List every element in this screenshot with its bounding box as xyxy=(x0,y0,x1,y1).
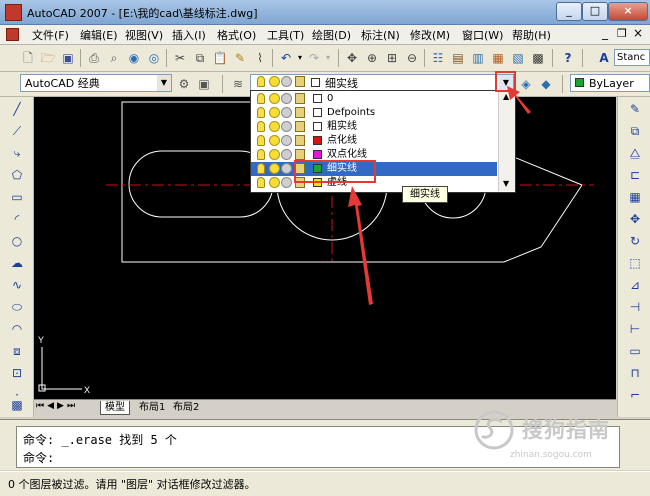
red-arrow-up-icon xyxy=(348,186,373,305)
watermark-name: 搜狗指南 xyxy=(522,418,610,442)
watermark-url: zhinan.sogou.com xyxy=(510,450,592,460)
red-arrow-corner-icon xyxy=(507,86,531,114)
watermark-logo-icon xyxy=(474,410,514,450)
watermark: 搜狗指南 zhinan.sogou.com xyxy=(470,408,645,463)
